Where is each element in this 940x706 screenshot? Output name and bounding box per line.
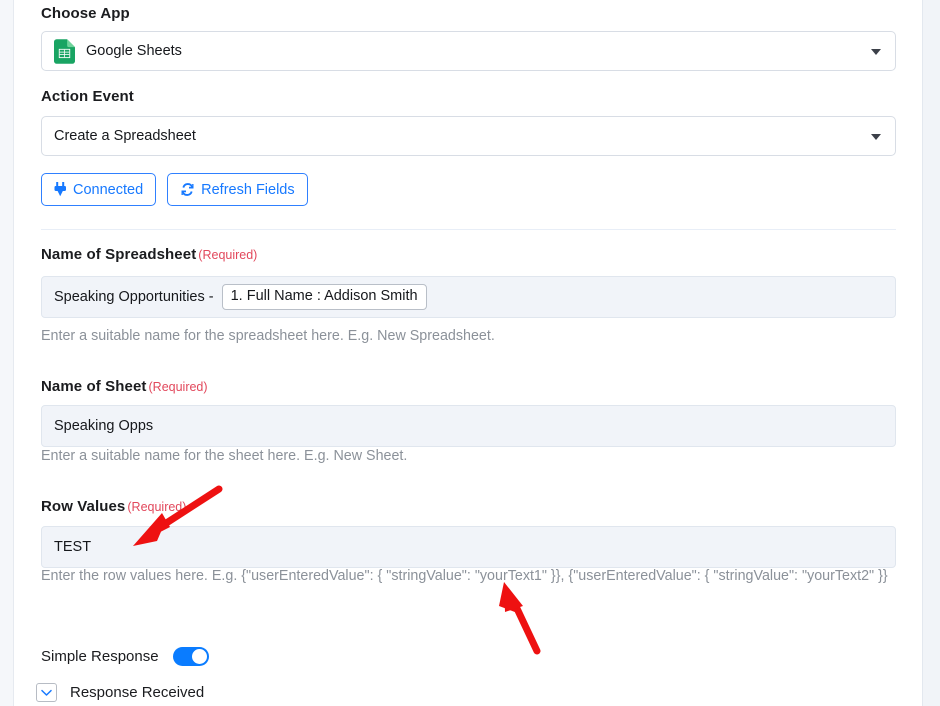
choose-app-select[interactable]: Google Sheets (41, 31, 896, 71)
spreadsheet-name-required: (Required) (198, 248, 258, 262)
choose-app-value: Google Sheets (86, 43, 182, 59)
sheet-name-label: Name of Sheet (41, 378, 147, 395)
action-event-value: Create a Spreadsheet (54, 128, 196, 144)
chevron-down-icon (871, 134, 881, 140)
spreadsheet-name-value: Speaking Opportunities - (54, 289, 214, 305)
app-panel: Choose App Google Sheets Action Event Cr… (0, 0, 940, 706)
connection-button-row: Connected Refresh Fields (41, 173, 308, 206)
sheet-name-required: (Required) (148, 380, 208, 394)
sheet-name-label-wrap: Name of Sheet (Required) (41, 378, 208, 396)
response-received-expand-button[interactable] (36, 683, 57, 702)
connected-button-label: Connected (73, 181, 144, 198)
action-event-select[interactable]: Create a Spreadsheet (41, 116, 896, 156)
spreadsheet-name-input[interactable]: Speaking Opportunities - 1. Full Name : … (41, 276, 896, 318)
row-values-helper: Enter the row values here. E.g. {"userEn… (41, 568, 888, 584)
action-config-form: Choose App Google Sheets Action Event Cr… (36, 0, 896, 706)
plug-icon (54, 182, 66, 197)
chevron-down-icon (871, 49, 881, 55)
simple-response-label: Simple Response (41, 648, 159, 665)
response-received-label: Response Received (70, 684, 205, 701)
response-received-row[interactable]: Response Received (36, 683, 204, 702)
row-values-label-wrap: Row Values (Required) (41, 498, 186, 516)
simple-response-row: Simple Response (41, 647, 209, 666)
chevron-down-icon (41, 689, 52, 696)
refresh-fields-button[interactable]: Refresh Fields (167, 173, 308, 206)
sheet-name-value: Speaking Opps (54, 418, 154, 434)
spreadsheet-name-helper: Enter a suitable name for the spreadshee… (41, 328, 495, 344)
right-scroll-gutter[interactable] (922, 0, 940, 706)
refresh-fields-button-label: Refresh Fields (201, 181, 295, 198)
left-panel-edge (0, 0, 14, 706)
spreadsheet-name-label-wrap: Name of Spreadsheet (Required) (41, 246, 257, 264)
action-event-label-wrap: Action Event (41, 88, 134, 106)
choose-app-label-wrap: Choose App (41, 5, 130, 23)
sheet-name-helper: Enter a suitable name for the sheet here… (41, 448, 408, 464)
section-divider (41, 229, 896, 230)
sheet-name-input[interactable]: Speaking Opps (41, 405, 896, 447)
row-values-value: TEST (54, 539, 92, 555)
spreadsheet-name-label: Name of Spreadsheet (41, 246, 197, 263)
row-values-required: (Required) (127, 500, 187, 514)
action-event-label: Action Event (41, 88, 134, 105)
refresh-icon (181, 183, 194, 196)
row-values-label: Row Values (41, 498, 126, 515)
simple-response-toggle[interactable] (172, 647, 209, 666)
choose-app-label: Choose App (41, 5, 130, 22)
toggle-knob (191, 649, 207, 664)
merge-field-token[interactable]: 1. Full Name : Addison Smith (221, 284, 427, 310)
google-sheets-icon (54, 38, 75, 64)
row-values-input[interactable]: TEST (41, 526, 896, 568)
connected-button[interactable]: Connected (41, 173, 157, 206)
